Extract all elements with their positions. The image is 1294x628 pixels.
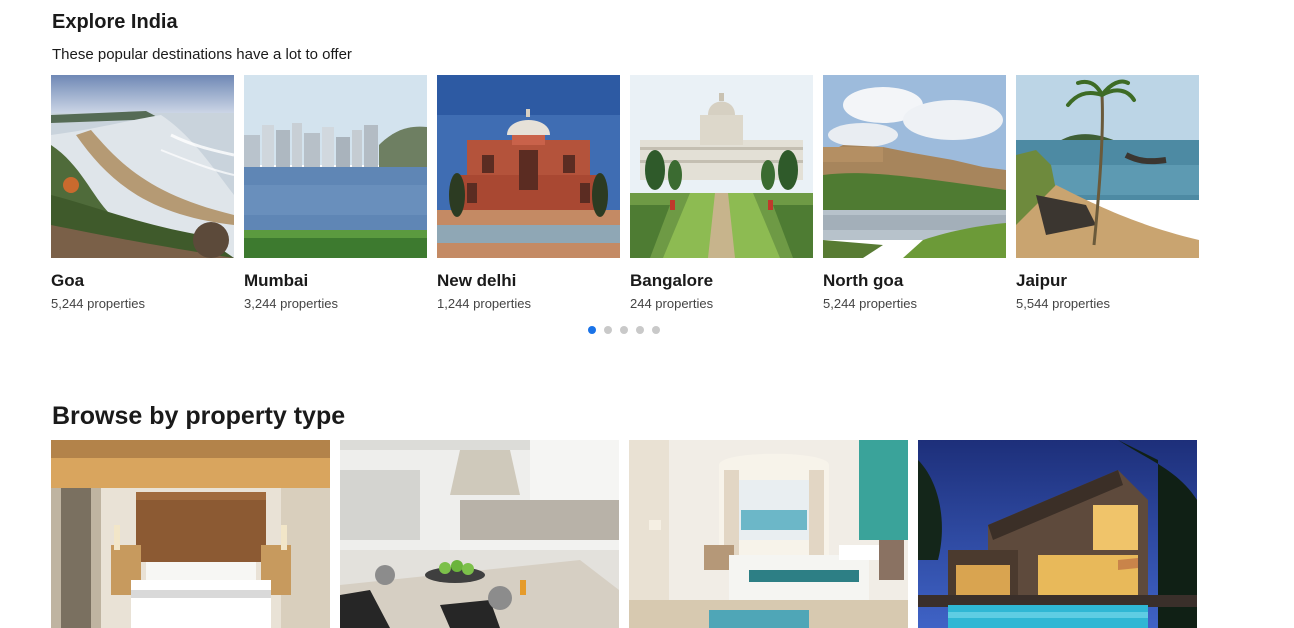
browse-property-type-heading: Browse by property type [52,402,346,430]
destination-name: Mumbai [244,271,309,290]
destination-image-mumbai[interactable] [244,75,427,258]
carousel-dot-2[interactable] [604,326,612,334]
explore-india-heading: Explore India [52,11,178,33]
destination-property-count: 244 properties [630,296,714,311]
carousel-dot-3[interactable] [620,326,628,334]
destination-card-new-delhi[interactable]: New delhi 1,244 properties [437,75,620,312]
carousel-dot-5[interactable] [652,326,660,334]
property-type-card-3[interactable] [629,440,908,628]
destination-name: North goa [823,271,904,290]
destination-property-count: 5,544 properties [1016,296,1110,311]
destination-card-jaipur[interactable]: Jaipur 5,544 properties [1016,75,1199,312]
destination-image-north-goa[interactable] [823,75,1006,258]
destination-name: Bangalore [630,271,714,290]
property-image-hotel-room[interactable] [51,440,330,628]
destination-card-bangalore[interactable]: Bangalore 244 properties [630,75,813,312]
carousel-pagination [588,326,660,334]
destination-name: Jaipur [1016,271,1068,290]
destination-property-count: 1,244 properties [437,296,531,311]
destination-card-goa[interactable]: Goa 5,244 properties [51,75,234,312]
destination-image-goa[interactable] [51,75,234,258]
carousel-dot-4[interactable] [636,326,644,334]
destination-card-north-goa[interactable]: North goa 5,244 properties [823,75,1006,312]
property-type-card-1[interactable] [51,440,330,628]
destination-property-count: 3,244 properties [244,296,338,311]
destination-name: New delhi [437,271,517,290]
carousel-dot-1[interactable] [588,326,596,334]
property-type-row [51,440,1197,628]
property-type-card-4[interactable] [918,440,1197,628]
property-type-card-2[interactable] [340,440,619,628]
destination-property-count: 5,244 properties [51,296,145,311]
destination-name: Goa [51,271,85,290]
explore-india-subtitle: These popular destinations have a lot to… [52,46,352,63]
property-image-villa[interactable] [918,440,1197,628]
destination-image-bangalore[interactable] [630,75,813,258]
destination-image-jaipur[interactable] [1016,75,1199,258]
property-image-apartment[interactable] [340,440,619,628]
property-image-resort[interactable] [629,440,908,628]
destination-card-mumbai[interactable]: Mumbai 3,244 properties [244,75,427,312]
explore-page: Explore India These popular destinations… [0,0,1294,628]
destination-property-count: 5,244 properties [823,296,917,311]
destination-carousel: Goa 5,244 properties Mumbai 3,244 proper… [51,75,1199,312]
destination-image-new-delhi[interactable] [437,75,620,258]
